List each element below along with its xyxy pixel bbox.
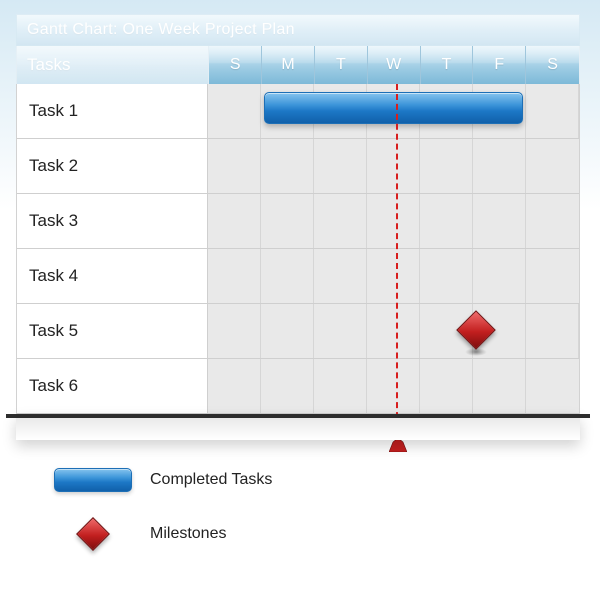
grid-cell <box>420 249 473 303</box>
grid-cell <box>473 359 526 413</box>
task-label: Task 3 <box>17 194 208 248</box>
chart-title-text: Gantt Chart: One Week Project Plan <box>27 21 295 39</box>
grid-cell <box>314 249 367 303</box>
legend-item-completed: Completed Tasks <box>54 468 580 492</box>
grid-cell <box>473 194 526 248</box>
grid-cell <box>314 139 367 193</box>
grid-cell <box>261 194 314 248</box>
grid-cell <box>526 304 579 358</box>
table-row: Task 3 <box>17 194 579 249</box>
day-header-sun: S <box>209 46 262 84</box>
grid-cell <box>526 359 579 413</box>
grid-cell <box>420 194 473 248</box>
gantt-grid: Task 1Task 2Task 3Task 4Task 5Task 6 <box>16 84 580 414</box>
completed-task-bar[interactable] <box>264 92 523 124</box>
table-row: Task 5 <box>17 304 579 359</box>
grid-cell <box>208 304 261 358</box>
grid-cell <box>526 194 579 248</box>
grid-cell <box>526 84 579 138</box>
grid-cell <box>420 359 473 413</box>
grid-cell <box>367 359 420 413</box>
grid-cell <box>208 84 261 138</box>
table-row: Task 2 <box>17 139 579 194</box>
grid-cell <box>526 249 579 303</box>
tasks-column-header: Tasks <box>17 46 209 84</box>
day-header-tue: T <box>315 46 368 84</box>
grid-cell <box>473 249 526 303</box>
grid-cell <box>367 304 420 358</box>
grid-cell <box>314 359 367 413</box>
chart-title: Gantt Chart: One Week Project Plan <box>16 14 580 46</box>
task-label: Task 4 <box>17 249 208 303</box>
day-header-mon: M <box>262 46 315 84</box>
legend-milestone-icon <box>54 518 132 550</box>
today-marker-handle[interactable] <box>389 438 407 452</box>
grid-cell <box>261 139 314 193</box>
grid-cell <box>314 304 367 358</box>
task-label: Task 6 <box>17 359 208 413</box>
grid-cell <box>526 139 579 193</box>
axis-baseline <box>16 414 580 440</box>
grid-cell <box>208 139 261 193</box>
day-header-sat: S <box>526 46 579 84</box>
table-row: Task 4 <box>17 249 579 304</box>
grid-cell <box>208 194 261 248</box>
grid-cell <box>367 249 420 303</box>
legend-bar-icon <box>54 468 132 492</box>
legend-completed-label: Completed Tasks <box>150 471 272 489</box>
tasks-header-text: Tasks <box>27 55 70 75</box>
grid-cell <box>261 359 314 413</box>
day-header-thu: T <box>421 46 474 84</box>
grid-cell <box>261 304 314 358</box>
column-header: Tasks S M T W T F S <box>16 46 580 84</box>
day-header-wed: W <box>368 46 421 84</box>
day-header-fri: F <box>473 46 526 84</box>
grid-cell <box>314 194 367 248</box>
grid-cell <box>208 359 261 413</box>
grid-cell <box>261 249 314 303</box>
legend-item-milestones: Milestones <box>54 518 580 550</box>
grid-cell <box>367 194 420 248</box>
task-label: Task 1 <box>17 84 208 138</box>
task-label: Task 5 <box>17 304 208 358</box>
grid-cell <box>367 139 420 193</box>
grid-cell <box>420 139 473 193</box>
legend: Completed Tasks Milestones <box>54 468 580 550</box>
grid-cell <box>208 249 261 303</box>
table-row: Task 6 <box>17 359 579 414</box>
table-row: Task 1 <box>17 84 579 139</box>
task-label: Task 2 <box>17 139 208 193</box>
grid-cell <box>473 139 526 193</box>
gantt-chart: Gantt Chart: One Week Project Plan Tasks… <box>16 14 580 576</box>
legend-milestones-label: Milestones <box>150 525 226 543</box>
